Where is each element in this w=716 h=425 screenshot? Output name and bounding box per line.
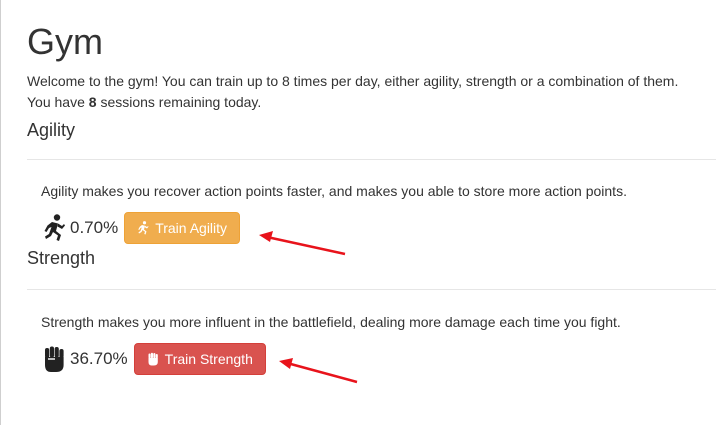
- strength-section-title: Strength: [27, 248, 96, 268]
- gym-intro: Welcome to the gym! You can train up to …: [27, 71, 707, 113]
- agility-section-title: Agility: [27, 120, 76, 140]
- strength-value: 36.70%: [70, 349, 128, 368]
- annotation-arrow-strength: [279, 358, 358, 384]
- strength-description: Strength makes you more influent in the …: [41, 314, 621, 330]
- intro-suffix: sessions remaining today.: [96, 94, 262, 110]
- strength-divider: [27, 289, 716, 290]
- agility-stat-row: 0.70% Train Agility: [41, 210, 241, 246]
- annotation-arrow-agility: [259, 231, 346, 256]
- agility-value: 0.70%: [70, 218, 119, 237]
- running-icon: [138, 221, 149, 235]
- strength-stat-row: 36.70% Train Strength: [41, 341, 266, 377]
- window-left-border: [0, 0, 1, 425]
- agility-divider: [27, 159, 716, 160]
- train-agility-button[interactable]: Train Agility: [124, 212, 241, 244]
- intro-line-1: Welcome to the gym! You can train up to …: [27, 73, 679, 89]
- fist-icon: [41, 344, 67, 374]
- running-icon: [41, 213, 67, 243]
- page-title: Gym: [27, 21, 103, 62]
- fist-icon: [148, 352, 158, 366]
- intro-prefix: You have: [27, 94, 89, 110]
- train-strength-button[interactable]: Train Strength: [133, 343, 266, 375]
- train-agility-label: Train Agility: [155, 220, 228, 236]
- train-strength-label: Train Strength: [164, 351, 253, 367]
- sessions-remaining-count: 8: [88, 94, 97, 110]
- agility-description: Agility makes you recover action points …: [41, 183, 627, 199]
- intro-line-2: You have 8 sessions remaining today.: [27, 92, 707, 113]
